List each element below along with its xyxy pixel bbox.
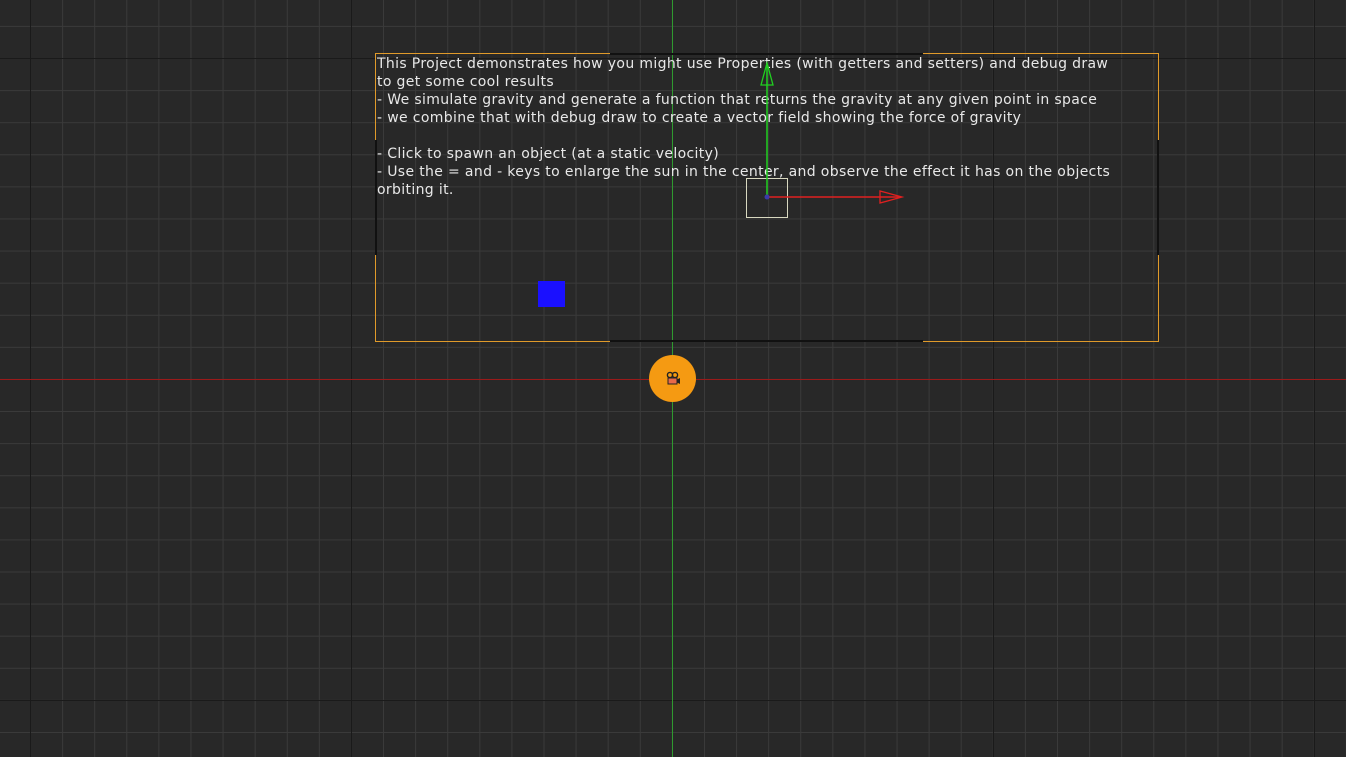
editor-viewport[interactable]: This Project demonstrates how you might … — [0, 0, 1346, 757]
camera-icon — [666, 371, 680, 385]
gizmo-center — [764, 194, 770, 200]
